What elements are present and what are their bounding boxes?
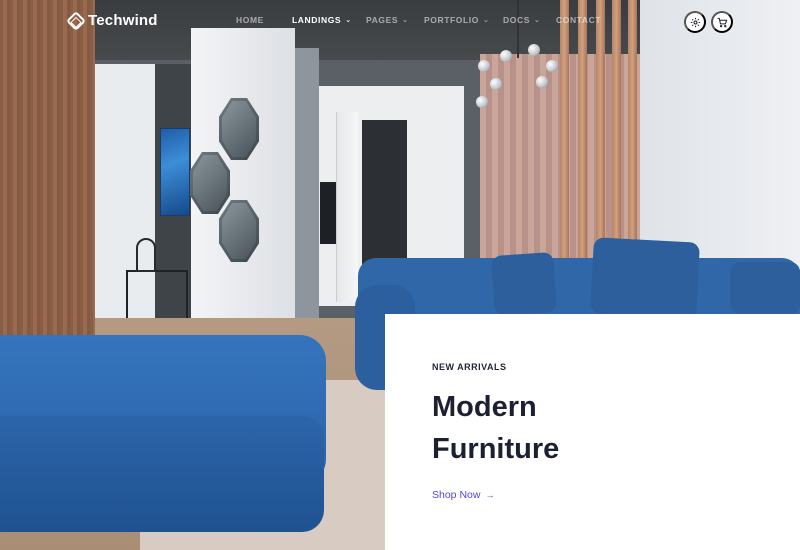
nav-item-label: PORTFOLIO (424, 15, 479, 25)
shop-now-link[interactable]: Shop Now → (432, 489, 494, 501)
nav-item-home[interactable]: HOME (236, 15, 292, 25)
cart-button[interactable] (711, 11, 733, 33)
pillow (490, 251, 558, 317)
chevron-down-icon: ⌄ (482, 17, 490, 24)
chevron-down-icon: ⌄ (345, 17, 352, 24)
chandelier-bulb (478, 60, 490, 72)
nav-item-landings[interactable]: LANDINGS ⌄ (292, 15, 366, 25)
ottoman-base (0, 416, 324, 532)
chandelier-bulb (490, 78, 502, 90)
fridge (336, 112, 358, 302)
octagon-mirror (219, 98, 259, 160)
nav-item-docs[interactable]: DOCS ⌄ (503, 15, 556, 25)
main-nav: HOME LANDINGS ⌄ PAGES ⌄ PORTFOLIO ⌄ DOCS… (236, 15, 601, 25)
hero-title-line: Furniture (432, 433, 560, 465)
pillow (730, 262, 800, 314)
hero-title-line: Modern (432, 391, 537, 423)
octagon-mirror (190, 152, 230, 214)
nav-item-portfolio[interactable]: PORTFOLIO ⌄ (424, 15, 503, 25)
nav-item-label: HOME (236, 15, 264, 25)
wood-panel (0, 0, 95, 360)
lantern (136, 238, 156, 272)
brand-name: Techwind (88, 12, 158, 29)
nav-item-label: DOCS (503, 15, 530, 25)
chandelier-bulb (536, 76, 548, 88)
octagon-mirror (219, 200, 259, 262)
chandelier-bulb (476, 96, 488, 108)
chandelier-bulb (528, 44, 540, 56)
techwind-logo-icon (66, 10, 86, 31)
nav-item-pages[interactable]: PAGES ⌄ (366, 15, 424, 25)
chandelier-bulb (500, 50, 512, 62)
side-table (126, 270, 188, 318)
shop-now-label: Shop Now (432, 489, 481, 501)
nav-item-contact[interactable]: CONTACT (556, 15, 601, 25)
nav-item-label: LANDINGS (292, 15, 342, 25)
nav-actions (684, 11, 733, 33)
hero-eyebrow: NEW ARRIVALS (432, 362, 507, 372)
cart-icon (716, 17, 727, 27)
hero-title: Modern Furniture (432, 386, 732, 470)
chandelier-bulb (546, 60, 558, 72)
hero-card: NEW ARRIVALS Modern Furniture Shop Now → (385, 314, 800, 550)
brand-logo[interactable]: Techwind (66, 10, 158, 31)
chevron-down-icon: ⌄ (402, 17, 409, 24)
settings-button[interactable] (684, 11, 706, 33)
partition-edge (295, 48, 319, 330)
settings-icon (690, 17, 700, 27)
pillow (590, 237, 700, 319)
navbar: Techwind HOME LANDINGS ⌄ PAGES ⌄ PORTFOL… (0, 0, 800, 44)
oven (320, 182, 336, 244)
blue-painting (160, 128, 190, 216)
chevron-down-icon: ⌄ (533, 17, 541, 24)
nav-item-label: PAGES (366, 15, 399, 25)
arrow-right-icon: → (485, 490, 495, 500)
nav-item-label: CONTACT (556, 15, 602, 25)
